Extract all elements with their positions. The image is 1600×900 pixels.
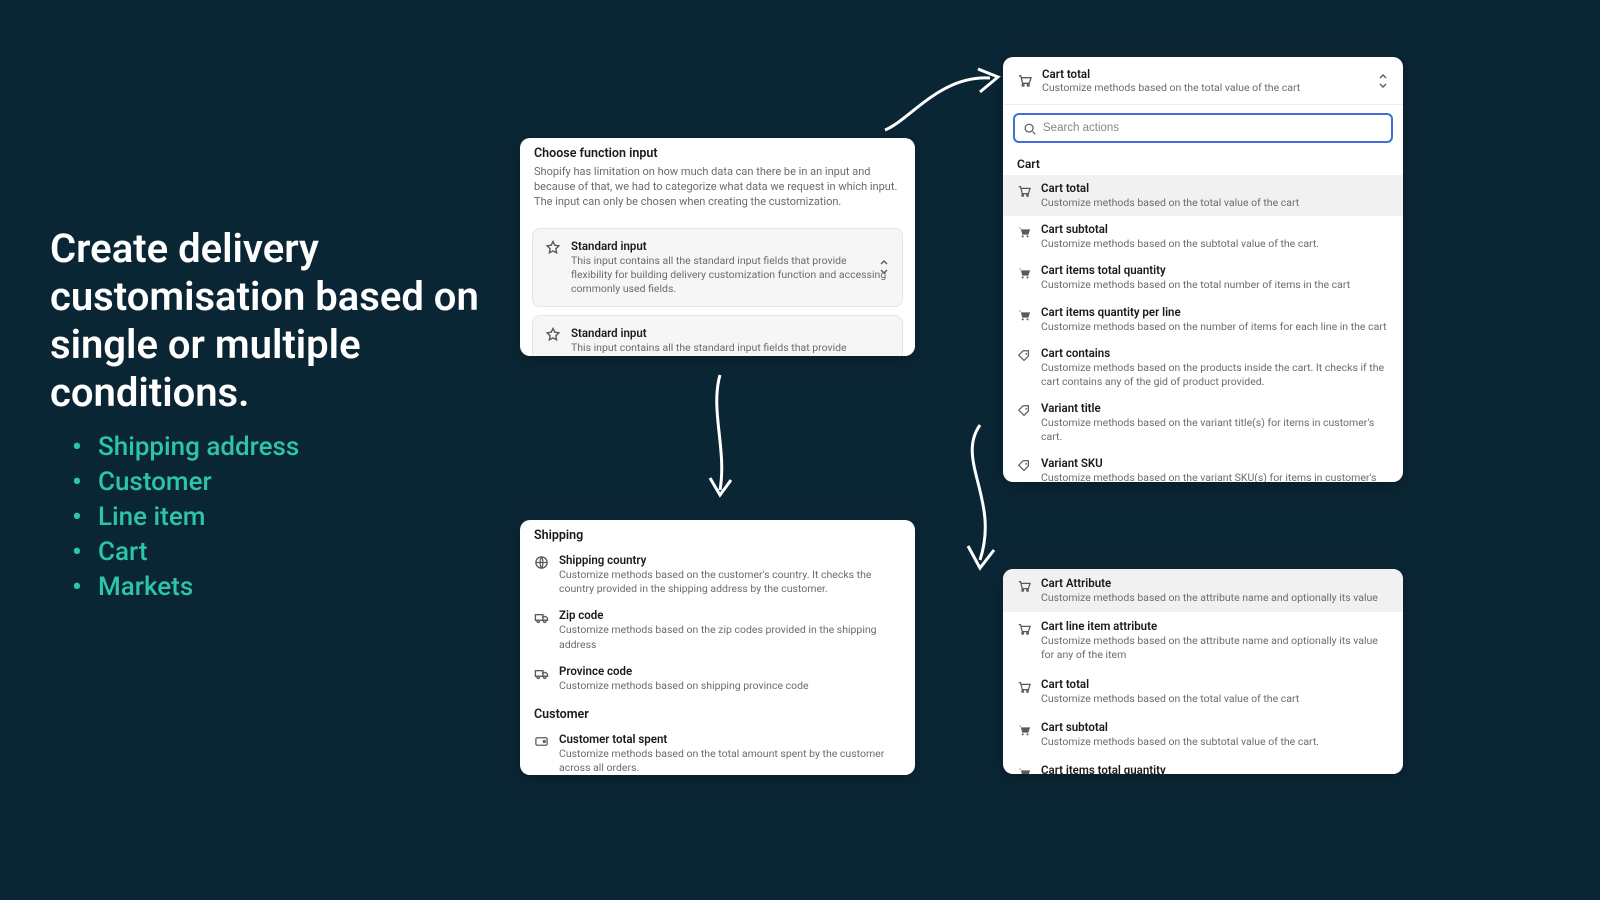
cart-icon (1017, 183, 1031, 197)
header-title: Cart total (1042, 67, 1389, 81)
bullet-markets: Markets (70, 570, 299, 605)
cart-icon (1017, 679, 1031, 693)
row-desc: Customize methods based on the total val… (1041, 692, 1389, 706)
cart-icon (1017, 621, 1031, 635)
row-cart-items-total-qty-2[interactable]: Cart items total quantityCustomize metho… (1003, 756, 1403, 774)
row-title: Cart Attribute (1041, 576, 1389, 590)
row-desc: Customize methods based on the zip codes… (559, 623, 901, 651)
group-cart-label: Cart (1003, 151, 1403, 175)
panel-desc: Shopify has limitation on how much data … (534, 165, 901, 210)
cart-dropdown-panel: Cart total Customize methods based on th… (1003, 57, 1403, 482)
row-cart-total-2[interactable]: Cart totalCustomize methods based on the… (1003, 670, 1403, 713)
shipping-section-header: Shipping (520, 520, 915, 547)
option-desc: This input contains all the standard inp… (571, 254, 890, 297)
option-title: Standard input (571, 326, 890, 340)
option-title: Standard input (571, 239, 890, 253)
star-icon (545, 240, 561, 256)
row-cart-subtotal[interactable]: Cart subtotalCustomize methods based on … (1003, 216, 1403, 257)
cart-icon (1017, 765, 1031, 774)
condition-bullets: Shipping address Customer Line item Cart… (70, 430, 299, 605)
cart-icon (1017, 265, 1031, 279)
tag-icon (1017, 348, 1031, 362)
row-title: Cart items total quantity (1041, 763, 1389, 774)
search-input[interactable] (1043, 122, 1383, 134)
row-variant-sku[interactable]: Variant SKUCustomize methods based on th… (1003, 450, 1403, 482)
cart-icon (1017, 722, 1031, 736)
row-title: Shipping country (559, 553, 901, 567)
option-standard-input[interactable]: Standard input This input contains all t… (532, 228, 903, 308)
arrow-right-icon (880, 60, 1010, 140)
row-cart-total[interactable]: Cart totalCustomize methods based on the… (1003, 175, 1403, 216)
wallet-icon (534, 734, 549, 749)
bullet-customer: Customer (70, 465, 299, 500)
row-desc: Customize methods based on the variant S… (1041, 471, 1389, 482)
row-desc: Customize methods based on the attribute… (1041, 634, 1389, 662)
row-title: Cart subtotal (1041, 222, 1389, 236)
row-desc: Customize methods based on the variant t… (1041, 416, 1389, 444)
headline: Create delivery customisation based on s… (50, 225, 490, 417)
globe-icon (534, 555, 549, 570)
panel-title: Choose function input (534, 146, 901, 161)
search-icon (1023, 121, 1037, 135)
row-title: Zip code (559, 608, 901, 622)
tag-icon (1017, 458, 1031, 472)
row-title: Customer total spent (559, 732, 901, 746)
row-desc: Customize methods based on shipping prov… (559, 679, 901, 693)
bullet-cart: Cart (70, 535, 299, 570)
row-title: Cart total (1041, 677, 1389, 691)
cart-icon (1017, 578, 1031, 592)
row-desc: Customize methods based on the subtotal … (1041, 735, 1389, 749)
dropdown-header[interactable]: Cart total Customize methods based on th… (1003, 57, 1403, 105)
row-desc: Customize methods based on the customer'… (559, 568, 901, 596)
row-province-code[interactable]: Province code Customize methods based on… (520, 658, 915, 699)
search-input-wrap[interactable] (1013, 113, 1393, 143)
tag-icon (1017, 403, 1031, 417)
arrow-down-icon (685, 370, 755, 510)
chevrons-updown-icon (878, 258, 890, 276)
customer-section-header: Customer (520, 699, 915, 726)
row-cart-subtotal-2[interactable]: Cart subtotalCustomize methods based on … (1003, 713, 1403, 756)
row-desc: Customize methods based on the total val… (1041, 196, 1389, 210)
row-title: Cart total (1041, 181, 1389, 195)
cart-icon (1017, 73, 1032, 88)
row-title: Cart items total quantity (1041, 263, 1389, 277)
row-zip-code[interactable]: Zip code Customize methods based on the … (520, 602, 915, 657)
header-desc: Customize methods based on the total val… (1042, 81, 1389, 94)
row-cart-contains[interactable]: Cart containsCustomize methods based on … (1003, 340, 1403, 395)
bullet-shipping-address: Shipping address (70, 430, 299, 465)
row-cart-items-total-qty[interactable]: Cart items total quantityCustomize metho… (1003, 257, 1403, 298)
row-cart-attribute[interactable]: Cart AttributeCustomize methods based on… (1003, 569, 1403, 612)
chevrons-updown-icon (1377, 72, 1389, 90)
cart-attribute-panel: Cart AttributeCustomize methods based on… (1003, 569, 1403, 774)
row-variant-title[interactable]: Variant titleCustomize methods based on … (1003, 395, 1403, 450)
row-desc: Customize methods based on the subtotal … (1041, 237, 1389, 251)
row-title: Cart contains (1041, 346, 1389, 360)
row-desc: Customize methods based on the total amo… (559, 747, 901, 775)
row-cart-line-item-attribute[interactable]: Cart line item attributeCustomize method… (1003, 612, 1403, 669)
truck-icon (534, 610, 549, 625)
star-icon (545, 327, 561, 343)
row-shipping-country[interactable]: Shipping country Customize methods based… (520, 547, 915, 602)
cart-icon (1017, 224, 1031, 238)
row-customer-total-spent[interactable]: Customer total spent Customize methods b… (520, 726, 915, 775)
row-cart-items-per-line[interactable]: Cart items quantity per lineCustomize me… (1003, 299, 1403, 340)
option-standard-input-dup[interactable]: Standard input This input contains all t… (532, 315, 903, 356)
option-desc: This input contains all the standard inp… (571, 341, 890, 356)
shipping-customer-panel: Shipping Shipping country Customize meth… (520, 520, 915, 775)
row-title: Cart line item attribute (1041, 619, 1389, 633)
cart-icon (1017, 307, 1031, 321)
row-title: Variant SKU (1041, 456, 1389, 470)
row-title: Cart items quantity per line (1041, 305, 1389, 319)
row-desc: Customize methods based on the attribute… (1041, 591, 1389, 605)
row-desc: Customize methods based on the number of… (1041, 320, 1389, 334)
truck-icon (534, 666, 549, 681)
row-title: Cart subtotal (1041, 720, 1389, 734)
row-desc: Customize methods based on the total num… (1041, 278, 1389, 292)
row-title: Variant title (1041, 401, 1389, 415)
choose-function-input-panel: Choose function input Shopify has limita… (520, 138, 915, 356)
bullet-line-item: Line item (70, 500, 299, 535)
row-desc: Customize methods based on the products … (1041, 361, 1389, 389)
row-title: Province code (559, 664, 901, 678)
